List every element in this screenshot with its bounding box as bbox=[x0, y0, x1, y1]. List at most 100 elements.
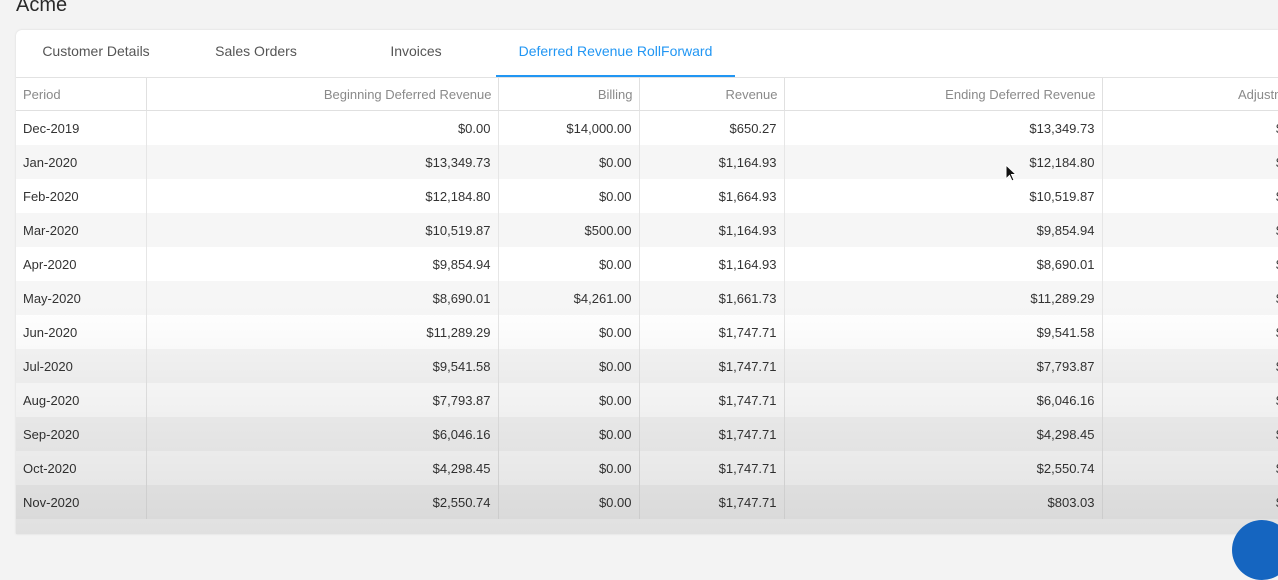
table-row[interactable]: Jul-2020 $9,541.58 $0.00 $1,747.71 $7,79… bbox=[16, 349, 1278, 383]
cell-adjustments: $0.00 bbox=[1102, 485, 1278, 519]
cell-revenue: $1,747.71 bbox=[639, 315, 785, 349]
cell-ending-deferred-revenue: $803.03 bbox=[784, 485, 1103, 519]
cell-ending-deferred-revenue: $10,519.87 bbox=[784, 179, 1103, 213]
cell-beginning-deferred-revenue: $6,046.16 bbox=[146, 417, 499, 451]
cell-ending-deferred-revenue: $6,046.16 bbox=[784, 383, 1103, 417]
cell-revenue: $1,164.93 bbox=[639, 247, 785, 281]
table-row[interactable]: Jun-2020 $11,289.29 $0.00 $1,747.71 $9,5… bbox=[16, 315, 1278, 349]
page-title: Acme bbox=[16, 0, 68, 16]
cell-beginning-deferred-revenue: $7,793.87 bbox=[146, 383, 499, 417]
cell-period: Feb-2020 bbox=[16, 179, 147, 213]
cell-revenue: $1,747.71 bbox=[639, 417, 785, 451]
cell-billing: $4,261.00 bbox=[498, 281, 640, 315]
cell-billing: $0.00 bbox=[498, 247, 640, 281]
mouse-pointer-icon bbox=[1005, 164, 1017, 182]
cell-revenue: $1,164.93 bbox=[639, 213, 785, 247]
cell-billing: $0.00 bbox=[498, 383, 640, 417]
column-header-billing[interactable]: Billing bbox=[498, 78, 640, 111]
cell-ending-deferred-revenue: $8,690.01 bbox=[784, 247, 1103, 281]
table-row[interactable]: Jan-2020 $13,349.73 $0.00 $1,164.93 $12,… bbox=[16, 145, 1278, 179]
cell-beginning-deferred-revenue: $11,289.29 bbox=[146, 315, 499, 349]
cell-adjustments: $0.00 bbox=[1102, 179, 1278, 213]
cell-ending-deferred-revenue: $9,541.58 bbox=[784, 315, 1103, 349]
tab-deferred-revenue-rollforward[interactable]: Deferred Revenue RollForward bbox=[496, 30, 735, 77]
cell-billing: $0.00 bbox=[498, 451, 640, 485]
cell-period: Mar-2020 bbox=[16, 213, 147, 247]
table-row[interactable]: Mar-2020 $10,519.87 $500.00 $1,164.93 $9… bbox=[16, 213, 1278, 247]
cell-adjustments: $0.00 bbox=[1102, 383, 1278, 417]
cell-beginning-deferred-revenue: $13,349.73 bbox=[146, 145, 499, 179]
cell-period: Oct-2020 bbox=[16, 451, 147, 485]
record-card: Customer Details Sales Orders Invoices D… bbox=[16, 30, 1278, 534]
table-row[interactable]: Oct-2020 $4,298.45 $0.00 $1,747.71 $2,55… bbox=[16, 451, 1278, 485]
cell-adjustments: $0.00 bbox=[1102, 213, 1278, 247]
cell-adjustments: $0.00 bbox=[1102, 451, 1278, 485]
column-header-ending-deferred-revenue[interactable]: Ending Deferred Revenue bbox=[784, 78, 1103, 111]
cell-revenue: $1,747.71 bbox=[639, 485, 785, 519]
cell-billing: $0.00 bbox=[498, 315, 640, 349]
cell-billing: $0.00 bbox=[498, 145, 640, 179]
floating-action-button[interactable] bbox=[1232, 520, 1278, 580]
table-row[interactable]: May-2020 $8,690.01 $4,261.00 $1,661.73 $… bbox=[16, 281, 1278, 315]
column-header-revenue[interactable]: Revenue bbox=[639, 78, 785, 111]
table-header-row: Period Beginning Deferred Revenue Billin… bbox=[16, 78, 1278, 111]
cell-ending-deferred-revenue: $11,289.29 bbox=[784, 281, 1103, 315]
cell-ending-deferred-revenue: $13,349.73 bbox=[784, 110, 1103, 145]
cell-beginning-deferred-revenue: $0.00 bbox=[146, 110, 499, 145]
cell-revenue: $1,164.93 bbox=[639, 145, 785, 179]
cell-ending-deferred-revenue: $9,854.94 bbox=[784, 213, 1103, 247]
cell-ending-deferred-revenue: $4,298.45 bbox=[784, 417, 1103, 451]
column-header-beginning-deferred-revenue[interactable]: Beginning Deferred Revenue bbox=[146, 78, 499, 111]
table-row[interactable]: Dec-2019 $0.00 $14,000.00 $650.27 $13,34… bbox=[16, 110, 1278, 145]
cell-beginning-deferred-revenue: $12,184.80 bbox=[146, 179, 499, 213]
cell-billing: $0.00 bbox=[498, 417, 640, 451]
cell-ending-deferred-revenue: $12,184.80 bbox=[784, 145, 1103, 179]
cell-beginning-deferred-revenue: $4,298.45 bbox=[146, 451, 499, 485]
cell-revenue: $1,661.73 bbox=[639, 281, 785, 315]
cell-period: Jun-2020 bbox=[16, 315, 147, 349]
column-header-adjustments[interactable]: Adjustments bbox=[1102, 78, 1278, 111]
cell-period: Sep-2020 bbox=[16, 417, 147, 451]
table-row[interactable]: Feb-2020 $12,184.80 $0.00 $1,664.93 $10,… bbox=[16, 179, 1278, 213]
cell-adjustments: $0.00 bbox=[1102, 315, 1278, 349]
cell-beginning-deferred-revenue: $10,519.87 bbox=[146, 213, 499, 247]
cell-adjustments: $0.00 bbox=[1102, 349, 1278, 383]
cell-beginning-deferred-revenue: $9,854.94 bbox=[146, 247, 499, 281]
cell-revenue: $1,664.93 bbox=[639, 179, 785, 213]
tab-bar: Customer Details Sales Orders Invoices D… bbox=[16, 30, 1278, 78]
cell-adjustments: $0.00 bbox=[1102, 145, 1278, 179]
cell-period: Apr-2020 bbox=[16, 247, 147, 281]
cell-billing: $0.00 bbox=[498, 349, 640, 383]
cell-period: Nov-2020 bbox=[16, 485, 147, 519]
table-row[interactable]: Nov-2020 $2,550.74 $0.00 $1,747.71 $803.… bbox=[16, 485, 1278, 519]
cell-revenue: $1,747.71 bbox=[639, 383, 785, 417]
tab-invoices[interactable]: Invoices bbox=[386, 30, 446, 77]
cell-revenue: $650.27 bbox=[639, 110, 785, 145]
tab-customer-details[interactable]: Customer Details bbox=[34, 30, 158, 77]
cell-ending-deferred-revenue: $2,550.74 bbox=[784, 451, 1103, 485]
cell-billing: $0.00 bbox=[498, 485, 640, 519]
cell-revenue: $1,747.71 bbox=[639, 451, 785, 485]
cell-adjustments: $0.00 bbox=[1102, 247, 1278, 281]
cell-period: Jan-2020 bbox=[16, 145, 147, 179]
table-row[interactable]: Aug-2020 $7,793.87 $0.00 $1,747.71 $6,04… bbox=[16, 383, 1278, 417]
cell-adjustments: $0.00 bbox=[1102, 281, 1278, 315]
cell-beginning-deferred-revenue: $8,690.01 bbox=[146, 281, 499, 315]
cell-ending-deferred-revenue: $7,793.87 bbox=[784, 349, 1103, 383]
cell-beginning-deferred-revenue: $9,541.58 bbox=[146, 349, 499, 383]
cell-billing: $500.00 bbox=[498, 213, 640, 247]
cell-period: Aug-2020 bbox=[16, 383, 147, 417]
cell-period: Jul-2020 bbox=[16, 349, 147, 383]
cell-billing: $0.00 bbox=[498, 179, 640, 213]
cell-adjustments: $0.00 bbox=[1102, 110, 1278, 145]
deferred-revenue-table: Period Beginning Deferred Revenue Billin… bbox=[16, 78, 1278, 519]
column-header-period[interactable]: Period bbox=[16, 78, 147, 111]
cell-adjustments: $0.00 bbox=[1102, 417, 1278, 451]
cell-revenue: $1,747.71 bbox=[639, 349, 785, 383]
cell-beginning-deferred-revenue: $2,550.74 bbox=[146, 485, 499, 519]
table-row[interactable]: Apr-2020 $9,854.94 $0.00 $1,164.93 $8,69… bbox=[16, 247, 1278, 281]
table-row[interactable]: Sep-2020 $6,046.16 $0.00 $1,747.71 $4,29… bbox=[16, 417, 1278, 451]
cell-billing: $14,000.00 bbox=[498, 110, 640, 145]
tab-sales-orders[interactable]: Sales Orders bbox=[210, 30, 302, 77]
cell-period: May-2020 bbox=[16, 281, 147, 315]
